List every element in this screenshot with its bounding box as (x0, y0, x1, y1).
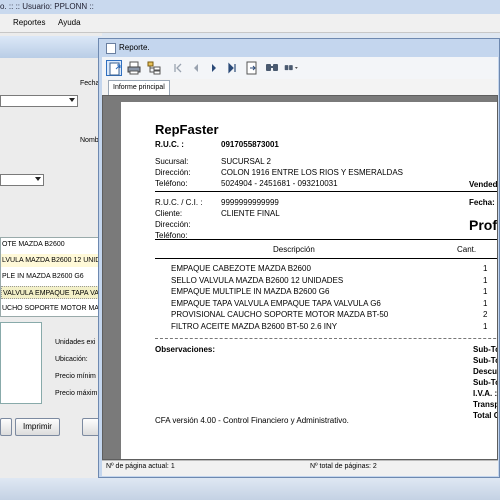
row-descripcion: PROVISIONAL CAUCHO SOPORTE MOTOR MAZDA B… (171, 310, 389, 319)
group-tree-icon[interactable] (146, 60, 162, 76)
row-descripcion: EMPAQUE CABEZOTE MAZDA B2600 (171, 264, 311, 273)
list-item[interactable]: VALVULA EMPAQUE TAPA VALVU (1, 286, 101, 299)
col-descripcion: Descripción (273, 245, 315, 254)
ubicacion-label: Ubicación: (55, 356, 88, 363)
last-page-icon[interactable] (224, 60, 240, 76)
col-cant: Cant. (457, 245, 477, 254)
list-item[interactable]: PLE IN MAZDA B2600 G6 (1, 270, 101, 283)
report-tabs: Informe principal (102, 79, 498, 96)
row-cant: 1 (483, 287, 488, 296)
chevron-down-icon (69, 98, 75, 102)
find-icon[interactable] (264, 60, 280, 76)
chevron-down-icon (35, 177, 41, 181)
report-window-title: Reporte. (119, 43, 150, 52)
total-label: Sub-To (473, 378, 498, 387)
ruc-label: R.U.C. : (155, 140, 184, 149)
list-item[interactable]: LVULA MAZDA B2600 12 UNIDADES (1, 254, 101, 267)
telefono-value: 5024904 - 2451681 - 093210031 (221, 179, 338, 188)
report-footer: CFA versión 4.00 - Control Financiero y … (155, 416, 349, 425)
list-item[interactable]: UCHO SOPORTE MOTOR MA (1, 302, 101, 315)
document-type: Profo (469, 217, 497, 233)
row-cant: 2 (483, 310, 488, 319)
total-label: I.V.A. : (473, 389, 498, 398)
print-icon[interactable] (126, 60, 142, 76)
total-label: Descu (473, 367, 498, 376)
menu-ayuda[interactable]: Ayuda (58, 18, 81, 27)
row-descripcion: EMPAQUE MULTIPLE IN MAZDA B2600 G6 (171, 287, 330, 296)
fecha-label: Fecha: (469, 198, 495, 207)
report-status-bar: Nº de página actual: 1 Nº total de págin… (102, 460, 498, 476)
table-bottom-line (155, 338, 497, 339)
row-cant: 1 (483, 275, 488, 285)
total-label: Total C (473, 411, 498, 420)
main-window-title: o. :: :: Usuario: PPLONN :: (0, 2, 94, 11)
table-top-line (155, 239, 497, 240)
cliente-label: Cliente: (155, 209, 183, 218)
company-name: RepFaster (155, 122, 219, 137)
report-window-titlebar: Reporte. (99, 39, 500, 57)
report-toolbar (102, 57, 498, 80)
tab-informe-principal[interactable]: Informe principal (108, 80, 170, 96)
export-icon[interactable] (106, 60, 122, 76)
direccion-label: Dirección: (155, 168, 191, 177)
taskbar (0, 478, 500, 500)
fecha-label: Fecha (80, 80, 100, 87)
row-cant: 1 (483, 321, 488, 331)
telefono-label: Teléfono: (155, 179, 188, 188)
menu-reportes[interactable]: Reportes (13, 18, 45, 27)
table-header-line (155, 258, 497, 259)
row-descripcion: FILTRO ACEITE MAZDA B2600 BT-50 2.6 INY (171, 321, 338, 331)
imprimir-button[interactable]: Imprimir (15, 418, 60, 436)
total-pages-status: Nº total de páginas: 2 (310, 463, 377, 470)
total-label: Sub-To (473, 356, 498, 365)
previous-page-icon[interactable] (188, 60, 204, 76)
main-window-titlebar: o. :: :: Usuario: PPLONN :: (0, 0, 500, 14)
total-label: Transp (473, 400, 498, 409)
top-combo[interactable] (0, 95, 78, 107)
row-descripcion: EMPAQUE TAPA VALVULA EMPAQUE TAPA VALVUL… (171, 298, 381, 308)
row-cant: 1 (483, 264, 488, 273)
client-ruc-value: 9999999999999 (221, 198, 279, 207)
main-form-header (0, 36, 102, 58)
row-cant: 1 (483, 298, 488, 308)
header-divider (155, 191, 497, 192)
report-window-icon (106, 43, 116, 54)
mid-combo[interactable] (0, 174, 44, 186)
go-to-page-icon[interactable] (244, 60, 260, 76)
observaciones-label: Observaciones: (155, 345, 216, 354)
zoom-icon[interactable] (284, 60, 306, 76)
list-item[interactable]: OTE MAZDA B2600 (1, 238, 101, 251)
ruc-value: 0917055873001 (221, 140, 279, 149)
cliente-value: CLIENTE FINAL (221, 209, 280, 218)
vendedor-label: Vended (469, 180, 498, 189)
unidades-label: Unidades exi (55, 339, 96, 346)
left-button[interactable] (0, 418, 12, 436)
main-menu-bar: Reportes Ayuda (0, 14, 500, 33)
precio-minimo-label: Precio mínim (55, 373, 96, 380)
current-page-status: Nº de página actual: 1 (106, 463, 175, 470)
precio-maximo-label: Precio máxim (55, 390, 98, 397)
total-label: Sub-To (473, 345, 498, 354)
next-page-icon[interactable] (206, 60, 222, 76)
sucursal-label: Sucursal: (155, 157, 189, 166)
report-page: RepFaster R.U.C. : 0917055873001 Sucursa… (121, 102, 498, 459)
direccion-value: COLON 1916 ENTRE LOS RIOS Y ESMERALDAS (221, 168, 403, 177)
first-page-icon[interactable] (170, 60, 186, 76)
report-window: Reporte. Informe principal RepFaster R.U… (98, 38, 500, 478)
client-ruc-label: R.U.C. / C.I. : (155, 198, 203, 207)
sucursal-value: SUCURSAL 2 (221, 157, 271, 166)
report-viewer[interactable]: RepFaster R.U.C. : 0917055873001 Sucursa… (102, 95, 498, 460)
client-direccion-label: Dirección: (155, 220, 191, 229)
row-descripcion: SELLO VALVULA MAZDA B2600 12 UNIDADES (171, 275, 344, 285)
product-list[interactable]: OTE MAZDA B2600 LVULA MAZDA B2600 12 UNI… (0, 237, 101, 317)
product-image-box (0, 322, 42, 404)
